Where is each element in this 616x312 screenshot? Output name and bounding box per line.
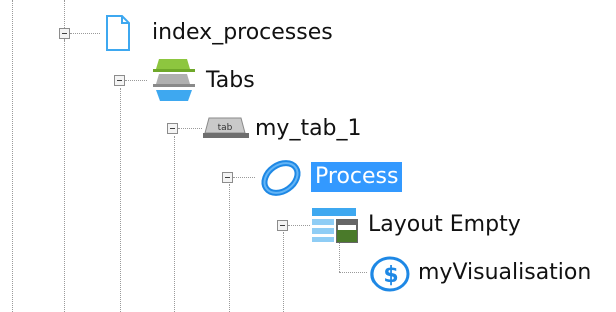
tree-guide-line [12, 0, 13, 312]
tabs-stack-icon [153, 59, 195, 101]
tree-connector [339, 272, 367, 273]
tree-guide-line [120, 88, 121, 312]
project-tree: index_processes Tabs tab my_tab_1 Proces… [0, 0, 616, 312]
tree-node-label: index_processes [152, 20, 333, 45]
tree-node-label-selected: Process [311, 162, 403, 192]
tree-connector [233, 177, 255, 178]
svg-text:$: $ [383, 263, 398, 288]
tree-guide-line [64, 40, 65, 312]
tab-icon: tab [203, 117, 249, 138]
visualisation-dollar-icon: $ [370, 256, 410, 292]
tree-connector [288, 225, 310, 226]
tree-guide-line [229, 184, 230, 312]
tree-node-label: my_tab_1 [255, 116, 362, 141]
collapse-toggle[interactable] [114, 75, 125, 86]
tree-guide-line [174, 136, 175, 312]
process-ring-icon [261, 160, 301, 196]
tab-icon-text: tab [218, 123, 233, 133]
tree-node-label: myVisualisation [418, 260, 592, 285]
tree-connector [70, 33, 100, 34]
tree-node-label: Tabs [206, 68, 255, 93]
collapse-toggle[interactable] [167, 123, 178, 134]
tree-node-label: Layout Empty [368, 212, 521, 237]
collapse-toggle[interactable] [59, 28, 70, 39]
collapse-toggle[interactable] [222, 172, 233, 183]
tree-guide-line [283, 232, 284, 312]
tree-connector [125, 80, 147, 81]
document-icon [106, 15, 130, 51]
collapse-toggle[interactable] [277, 220, 288, 231]
tree-connector [178, 128, 202, 129]
layout-icon [312, 208, 358, 243]
